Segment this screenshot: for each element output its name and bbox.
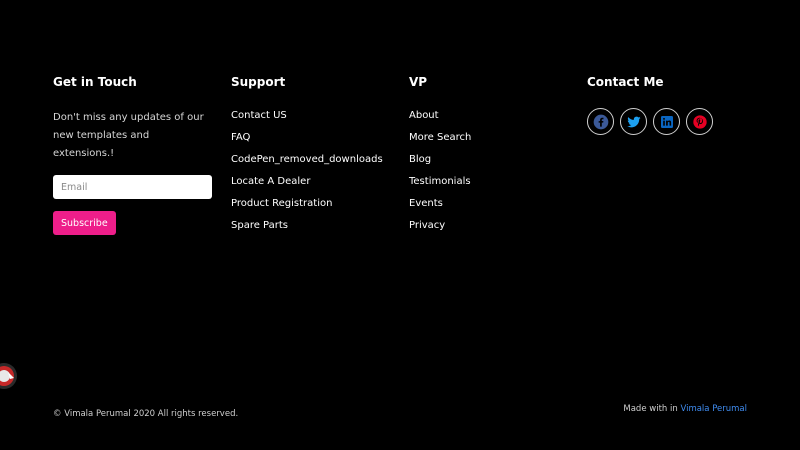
made-with-prefix: Made with in [623,404,681,414]
twitter-icon [626,116,641,127]
vp-link-more-search[interactable]: More Search [409,131,574,144]
made-with-credit: Made with in Vimala Perumal [623,404,747,414]
pinterest-button[interactable] [686,108,713,135]
vp-link-events[interactable]: Events [409,197,574,210]
facebook-button[interactable] [587,108,614,135]
subscribe-button[interactable]: Subscribe [53,211,116,235]
vp-link-privacy[interactable]: Privacy [409,219,574,232]
copyright-text: © Vimala Perumal 2020 All rights reserve… [53,409,239,419]
support-link-locate-dealer[interactable]: Locate A Dealer [231,175,396,188]
vp-links: About More Search Blog Testimonials Even… [409,109,574,232]
pinterest-icon [692,114,707,129]
support-title: Support [231,75,286,89]
vp-link-testimonials[interactable]: Testimonials [409,175,574,188]
site-footer: Get in Touch Don't miss any updates of o… [0,0,800,450]
linkedin-icon [660,115,673,128]
support-section: Support Contact US FAQ CodePen_removed_d… [231,74,396,241]
email-input[interactable] [53,175,212,199]
support-links: Contact US FAQ CodePen_removed_downloads… [231,109,396,232]
widget-icon [0,363,17,389]
author-link[interactable]: Vimala Perumal [680,404,747,414]
social-links [587,108,752,135]
vp-link-blog[interactable]: Blog [409,153,574,166]
support-link-contact-us[interactable]: Contact US [231,109,396,122]
vp-link-about[interactable]: About [409,109,574,122]
twitter-button[interactable] [620,108,647,135]
support-link-faq[interactable]: FAQ [231,131,396,144]
support-link-spare-parts[interactable]: Spare Parts [231,219,396,232]
facebook-icon [593,114,608,129]
vp-title: VP [409,75,428,89]
get-in-touch-title: Get in Touch [53,75,137,89]
contact-me-title: Contact Me [587,75,664,89]
contact-me-section: Contact Me [587,74,752,135]
floating-widget[interactable] [0,362,20,390]
newsletter-description: Don't miss any updates of our new templa… [53,112,204,159]
linkedin-button[interactable] [653,108,680,135]
support-link-product-registration[interactable]: Product Registration [231,197,396,210]
vp-section: VP About More Search Blog Testimonials E… [409,74,574,241]
support-link-downloads[interactable]: CodePen_removed_downloads [231,153,396,166]
get-in-touch-section: Get in Touch Don't miss any updates of o… [53,74,218,235]
